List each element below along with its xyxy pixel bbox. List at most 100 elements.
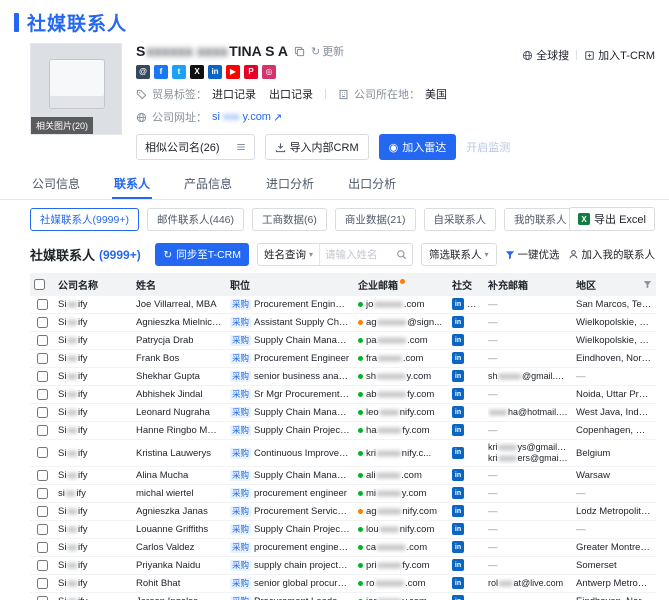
youtube-icon[interactable]: ▶ — [226, 65, 240, 79]
cell-checkbox — [30, 556, 54, 575]
email-status-dot — [358, 428, 363, 433]
linkedin-icon[interactable]: in — [452, 541, 464, 554]
one-click-select-button[interactable]: 一键优选 — [505, 247, 560, 262]
cell-name: Alina Mucha — [132, 466, 226, 485]
row-checkbox[interactable] — [36, 523, 48, 535]
pill-my-contacts[interactable]: 我的联系人 — [504, 208, 577, 231]
company-photo[interactable]: 相关图片(20) — [30, 43, 122, 135]
linkedin-icon[interactable]: in — [452, 487, 464, 500]
cell-social: in — [448, 331, 484, 350]
global-search-button[interactable]: 全球搜 — [522, 47, 569, 63]
cell-email: agxxxxxnify.com — [354, 502, 448, 521]
linkedin-icon[interactable]: in — [452, 446, 464, 459]
cell-social: in — [448, 538, 484, 557]
cell-checkbox — [30, 349, 54, 368]
row-checkbox[interactable] — [36, 505, 48, 517]
linkedin-icon[interactable]: in — [452, 559, 464, 572]
linkedin-icon[interactable]: in — [208, 65, 222, 79]
linkedin-icon[interactable]: in — [452, 505, 464, 518]
pill-social-contacts[interactable]: 社媒联系人(9999+) — [30, 208, 139, 231]
filter-icon[interactable] — [643, 280, 652, 289]
cell-social: in — [448, 502, 484, 521]
search-icon[interactable] — [396, 249, 407, 260]
row-checkbox[interactable] — [36, 447, 48, 459]
linkedin-icon[interactable]: in — [452, 298, 464, 311]
pill-business-data[interactable]: 商业数据(21) — [334, 208, 416, 231]
row-checkbox[interactable] — [36, 541, 48, 553]
select-all-checkbox[interactable] — [34, 278, 45, 290]
copy-icon[interactable] — [294, 46, 305, 57]
linkedin-icon[interactable]: in — [452, 406, 464, 419]
pill-registry-data[interactable]: 工商数据(6) — [252, 208, 327, 231]
linkedin-icon[interactable]: in — [452, 388, 464, 401]
add-box-icon — [585, 50, 594, 60]
linkedin-icon[interactable]: in — [452, 577, 464, 590]
twitter-icon[interactable]: t — [172, 65, 186, 79]
cell-title: 采购Procurement Leader Conventi... — [226, 592, 354, 600]
linkedin-icon[interactable]: in — [452, 595, 464, 600]
similar-companies-button[interactable]: 相似公司名(26) — [136, 134, 255, 160]
row-checkbox[interactable] — [36, 298, 48, 310]
x-icon[interactable]: X — [190, 65, 204, 79]
row-checkbox[interactable] — [36, 370, 48, 382]
cell-social: in — [448, 556, 484, 575]
contact-row: Sixxify Joe Villarreal, MBA 采购 Procurement … — [30, 296, 656, 314]
cell-social: in — [448, 385, 484, 404]
cell-email: joxxxxxx.com — [354, 296, 448, 314]
pinterest-icon[interactable]: P — [244, 65, 258, 79]
contact-row: Sixxify Alina Mucha 采购 Supply Chain Manager… — [30, 466, 656, 485]
linkedin-icon[interactable]: in — [452, 424, 464, 437]
tab-contacts[interactable]: 联系人 — [112, 169, 153, 199]
row-checkbox[interactable] — [36, 487, 48, 499]
cell-company: Sixxify — [54, 385, 132, 404]
import-records-link[interactable]: 进口记录 — [212, 86, 256, 102]
tab-export-analysis[interactable]: 出口分析 — [346, 169, 398, 199]
row-checkbox[interactable] — [36, 595, 48, 600]
refresh-icon: ↻ — [310, 45, 321, 58]
add-my-contacts-button[interactable]: 加入我的联系人 — [568, 247, 655, 262]
filter-contacts-dropdown[interactable]: 筛选联系人 ▾ — [420, 243, 497, 266]
refresh-button[interactable]: ↻ 更新 — [311, 43, 344, 59]
import-crm-button[interactable]: 导入内部CRM — [264, 134, 369, 160]
linkedin-icon[interactable]: in — [452, 316, 464, 329]
row-checkbox[interactable] — [36, 316, 48, 328]
company-actions: 相似公司名(26) 导入内部CRM ◉ 加入雷达 开启监测 — [136, 134, 655, 160]
email-icon[interactable]: @ — [136, 65, 150, 79]
row-checkbox[interactable] — [36, 388, 48, 400]
export-records-link[interactable]: 出口记录 — [269, 86, 313, 102]
linkedin-icon[interactable]: in — [452, 370, 464, 383]
email-status-dot — [358, 491, 363, 496]
row-checkbox[interactable] — [36, 469, 48, 481]
row-checkbox[interactable] — [36, 352, 48, 364]
row-checkbox[interactable] — [36, 406, 48, 418]
cell-name: Rohit Bhat — [132, 574, 226, 593]
tab-products[interactable]: 产品信息 — [182, 169, 234, 199]
company-website-link[interactable]: si xxx y.com ↗ — [212, 111, 282, 124]
contact-row: Sixxify Shekhar Gupta 采购 senior business an… — [30, 367, 656, 386]
tab-import-analysis[interactable]: 进口分析 — [264, 169, 316, 199]
row-checkbox[interactable] — [36, 424, 48, 436]
linkedin-icon[interactable]: in — [452, 469, 464, 482]
pill-self-collected[interactable]: 自采联系人 — [423, 208, 497, 231]
row-checkbox[interactable] — [36, 577, 48, 589]
linkedin-icon[interactable]: in — [452, 352, 464, 365]
join-tcrm-button[interactable]: 加入T-CRM — [584, 47, 655, 63]
contact-row: sixxify michal wiertel 采购 procurement engin… — [30, 484, 656, 503]
pill-email-contacts[interactable]: 邮件联系人(446) — [146, 208, 244, 231]
linkedin-icon[interactable]: in — [452, 334, 464, 347]
row-checkbox[interactable] — [36, 559, 48, 571]
tab-company-info[interactable]: 公司信息 — [30, 169, 82, 199]
cell-company: Sixxify — [54, 592, 132, 600]
facebook-icon[interactable]: f — [154, 65, 168, 79]
start-monitor-button[interactable]: 开启监测 — [466, 139, 510, 155]
sync-tcrm-button[interactable]: ↻ 同步至T-CRM — [155, 243, 249, 266]
join-radar-button[interactable]: ◉ 加入雷达 — [378, 134, 457, 160]
col-header-name: 姓名 — [132, 273, 226, 296]
linkedin-icon[interactable]: in — [452, 523, 464, 536]
instagram-icon[interactable]: ◎ — [262, 65, 276, 79]
row-checkbox[interactable] — [36, 334, 48, 346]
name-search-input[interactable] — [319, 248, 396, 261]
export-excel-button[interactable]: X 导出 Excel — [569, 207, 655, 231]
name-query-dropdown[interactable]: 姓名查询 ▾ — [258, 244, 320, 265]
purchase-tag: 采购 — [230, 470, 252, 481]
